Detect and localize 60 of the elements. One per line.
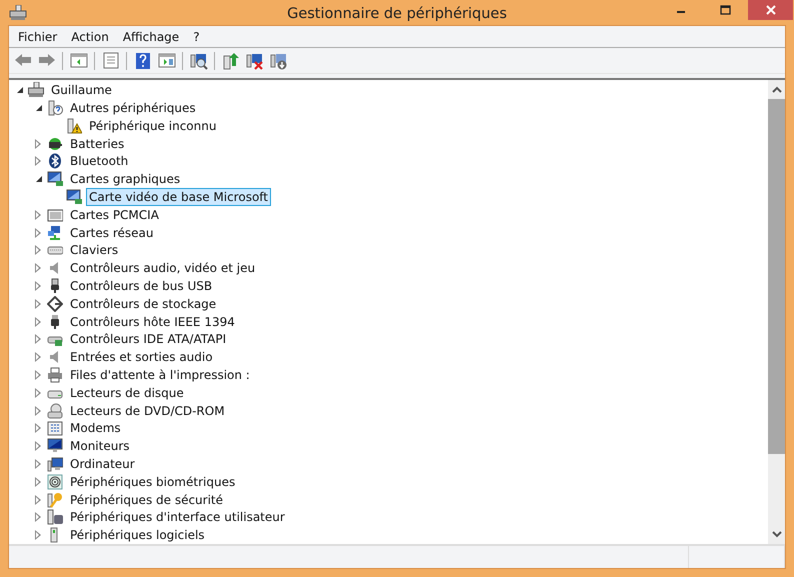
battery-icon [47, 136, 63, 152]
scroll-thumb[interactable] [768, 99, 785, 454]
tree-item[interactable]: Ordinateur [67, 454, 138, 473]
card-icon [47, 206, 63, 223]
computer-icon [9, 4, 27, 21]
tree-item[interactable]: Cartes PCMCIA [67, 206, 162, 224]
tree-item[interactable]: Claviers [67, 241, 122, 260]
tree-item[interactable]: Entrées et sorties audio [67, 348, 216, 366]
close-button[interactable] [748, 0, 793, 20]
maximize-icon [720, 5, 731, 15]
tree-item[interactable]: Guillaume [48, 81, 115, 100]
close-icon [766, 5, 776, 15]
collapse-icon[interactable] [34, 102, 44, 113]
fingerprint-icon [47, 474, 63, 490]
tree-item[interactable]: Contrôleurs audio, vidéo et jeu [67, 259, 258, 278]
warning-icon [66, 118, 82, 134]
tree-item[interactable]: Moniteurs [67, 437, 133, 456]
menu-item[interactable]: Action [64, 28, 116, 46]
input-device-icon [47, 509, 63, 526]
scroll-down-icon[interactable] [772, 531, 782, 538]
collapse-icon[interactable] [34, 174, 44, 184]
tree-item[interactable]: Lecteurs de disque [67, 384, 187, 402]
menu-item[interactable]: ? [186, 28, 207, 46]
tree-item[interactable]: Contrôleurs de stockage [67, 294, 220, 313]
tree-item[interactable]: Périphériques logiciels [67, 526, 208, 544]
tree-item[interactable]: Modems [67, 419, 124, 438]
menu-item[interactable]: Fichier [11, 28, 64, 46]
key-icon [47, 492, 63, 508]
window-title: Gestionnaire de périphériques [286, 6, 508, 22]
tree-item[interactable]: Bluetooth [67, 152, 132, 170]
tree-item[interactable]: Files d'attente à l'impression : [67, 366, 253, 384]
monitor-icon [66, 188, 82, 205]
tree-item[interactable]: Cartes graphiques [67, 170, 184, 188]
disc-drive-icon [47, 402, 63, 419]
monitor-icon [47, 438, 63, 454]
computer-icon [47, 456, 63, 472]
tree-item[interactable]: Contrôleurs IDE ATA/ATAPI [67, 330, 230, 348]
modem-icon [47, 420, 63, 436]
tree-item[interactable]: Contrôleurs de bus USB [67, 276, 216, 295]
tree-item[interactable]: Périphériques de sécurité [67, 490, 226, 509]
tree-item[interactable]: Cartes réseau [67, 224, 156, 242]
scroll-up-icon[interactable] [772, 86, 782, 94]
storage-icon [47, 296, 63, 312]
scrollbar[interactable] [768, 80, 785, 544]
device-icon [47, 100, 63, 116]
printer-icon [47, 366, 63, 383]
tree-item[interactable]: Carte vidéo de base Microsoft [86, 188, 272, 206]
tree-item[interactable]: Périphériques d'interface utilisateur [67, 508, 288, 526]
tree-item[interactable]: Périphériques biométriques [67, 472, 238, 491]
tree-item[interactable]: Périphérique inconnu [86, 116, 220, 135]
monitor-icon [47, 171, 63, 188]
computer-icon [28, 82, 44, 98]
tree-item[interactable]: Autres périphériques [67, 98, 199, 117]
bluetooth-icon [47, 153, 63, 170]
network-icon [47, 224, 63, 241]
collapse-icon[interactable] [15, 85, 25, 96]
menu-item[interactable]: Affichage [116, 28, 186, 46]
tree-item[interactable]: Batteries [67, 134, 128, 153]
tree-item[interactable]: Contrôleurs hôte IEEE 1394 [67, 312, 238, 331]
tree-item[interactable]: Lecteurs de DVD/CD-ROM [67, 402, 228, 420]
